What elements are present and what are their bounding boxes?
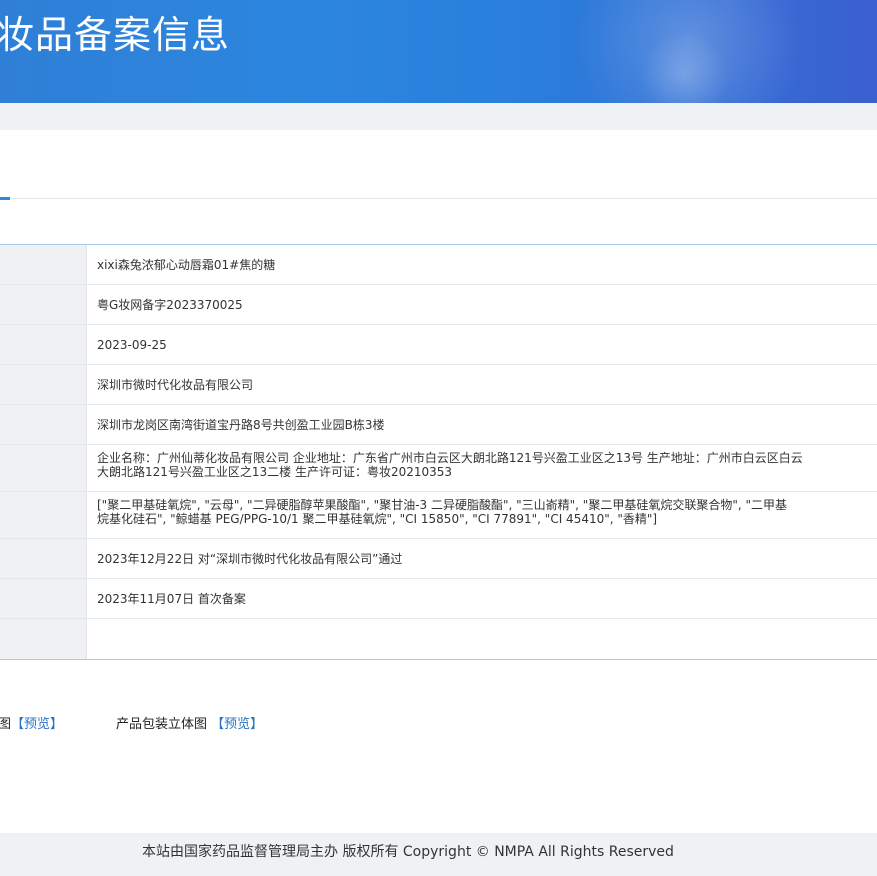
page-title: 妆品备案信息 xyxy=(0,13,231,57)
row-label xyxy=(0,365,87,404)
ingredients-line: 烷基化硅石", "鲸蜡基 PEG/PPG-10/1 聚二甲基硅氧烷", "CI … xyxy=(97,512,658,526)
row-label xyxy=(0,492,87,538)
attachment-label: 产品包装立体图 xyxy=(116,717,212,732)
row-label xyxy=(0,619,87,659)
attachment-item: 图【预览】 xyxy=(0,713,63,732)
record-number-value: 粤G妆网备字2023370025 xyxy=(97,297,243,312)
preview-link[interactable]: 【预览】 xyxy=(11,717,63,732)
empty-value xyxy=(87,619,877,659)
table-row: 深圳市龙岗区南湾街道宝丹路8号共创盈工业园B栋3楼 xyxy=(0,405,877,445)
ingredients-value: ["聚二甲基硅氧烷", "云母", "二异硬脂醇苹果酸酯", "聚甘油-3 二异… xyxy=(87,492,877,538)
row-label xyxy=(0,445,87,491)
header-spacer xyxy=(0,103,877,130)
header-banner: 妆品备案信息 xyxy=(0,0,877,103)
product-name-value: xixi森兔浓郁心动唇霜01#焦的糖 xyxy=(97,257,276,272)
registrant-address-value: 深圳市龙岗区南湾街道宝丹路8号共创盈工业园B栋3楼 xyxy=(97,417,385,432)
table-row: 粤G妆网备字2023370025 xyxy=(0,285,877,325)
manufacturer-value: 企业名称：广州仙蒂化妆品有限公司 企业地址：广东省广州市白云区大朗北路121号兴… xyxy=(87,445,877,491)
table-row: 2023年12月22日 对“深圳市微时代化妆品有限公司”通过 xyxy=(0,539,877,579)
ingredients-line: ["聚二甲基硅氧烷", "云母", "二异硬脂醇苹果酸酯", "聚甘油-3 二异… xyxy=(97,498,787,512)
tab-divider xyxy=(0,198,877,199)
table-row: 2023-09-25 xyxy=(0,325,877,365)
footer: 本站由国家药品监督管理局主办 版权所有 Copyright © NMPA All… xyxy=(0,833,877,876)
change-history-value: 2023年11月07日 首次备案 xyxy=(97,591,246,606)
row-label xyxy=(0,579,87,618)
manufacturer-line: 企业名称：广州仙蒂化妆品有限公司 企业地址：广东省广州市白云区大朗北路121号兴… xyxy=(97,451,803,465)
preview-link[interactable]: 【预览】 xyxy=(211,717,263,732)
table-row: 企业名称：广州仙蒂化妆品有限公司 企业地址：广东省广州市白云区大朗北路121号兴… xyxy=(0,445,877,492)
table-row: xixi森兔浓郁心动唇霜01#焦的糖 xyxy=(0,245,877,285)
record-info-table: xixi森兔浓郁心动唇霜01#焦的糖 粤G妆网备字2023370025 2023… xyxy=(0,244,877,660)
attachment-item: 产品包装立体图 【预览】 xyxy=(116,713,263,732)
record-date-value: 2023-09-25 xyxy=(97,337,167,352)
active-tab-indicator xyxy=(0,197,10,200)
row-label xyxy=(0,405,87,444)
manufacturer-line: 大朗北路121号兴盈工业区之13二楼 生产许可证：粤妆20210353 xyxy=(97,465,453,479)
registrant-value: 深圳市微时代化妆品有限公司 xyxy=(97,377,254,392)
review-status-value: 2023年12月22日 对“深圳市微时代化妆品有限公司”通过 xyxy=(97,551,403,566)
top-panel xyxy=(0,130,877,200)
attachments-row: 图【预览】 产品包装立体图 【预览】 xyxy=(0,713,877,732)
table-row xyxy=(0,619,877,659)
table-row: 2023年11月07日 首次备案 xyxy=(0,579,877,619)
row-label xyxy=(0,539,87,578)
table-row: 深圳市微时代化妆品有限公司 xyxy=(0,365,877,405)
attachment-label: 图 xyxy=(0,717,12,732)
row-label xyxy=(0,245,87,284)
row-label xyxy=(0,285,87,324)
row-label xyxy=(0,325,87,364)
copyright-text: 本站由国家药品监督管理局主办 版权所有 Copyright © NMPA All… xyxy=(142,844,674,860)
table-row: ["聚二甲基硅氧烷", "云母", "二异硬脂醇苹果酸酯", "聚甘油-3 二异… xyxy=(0,492,877,539)
